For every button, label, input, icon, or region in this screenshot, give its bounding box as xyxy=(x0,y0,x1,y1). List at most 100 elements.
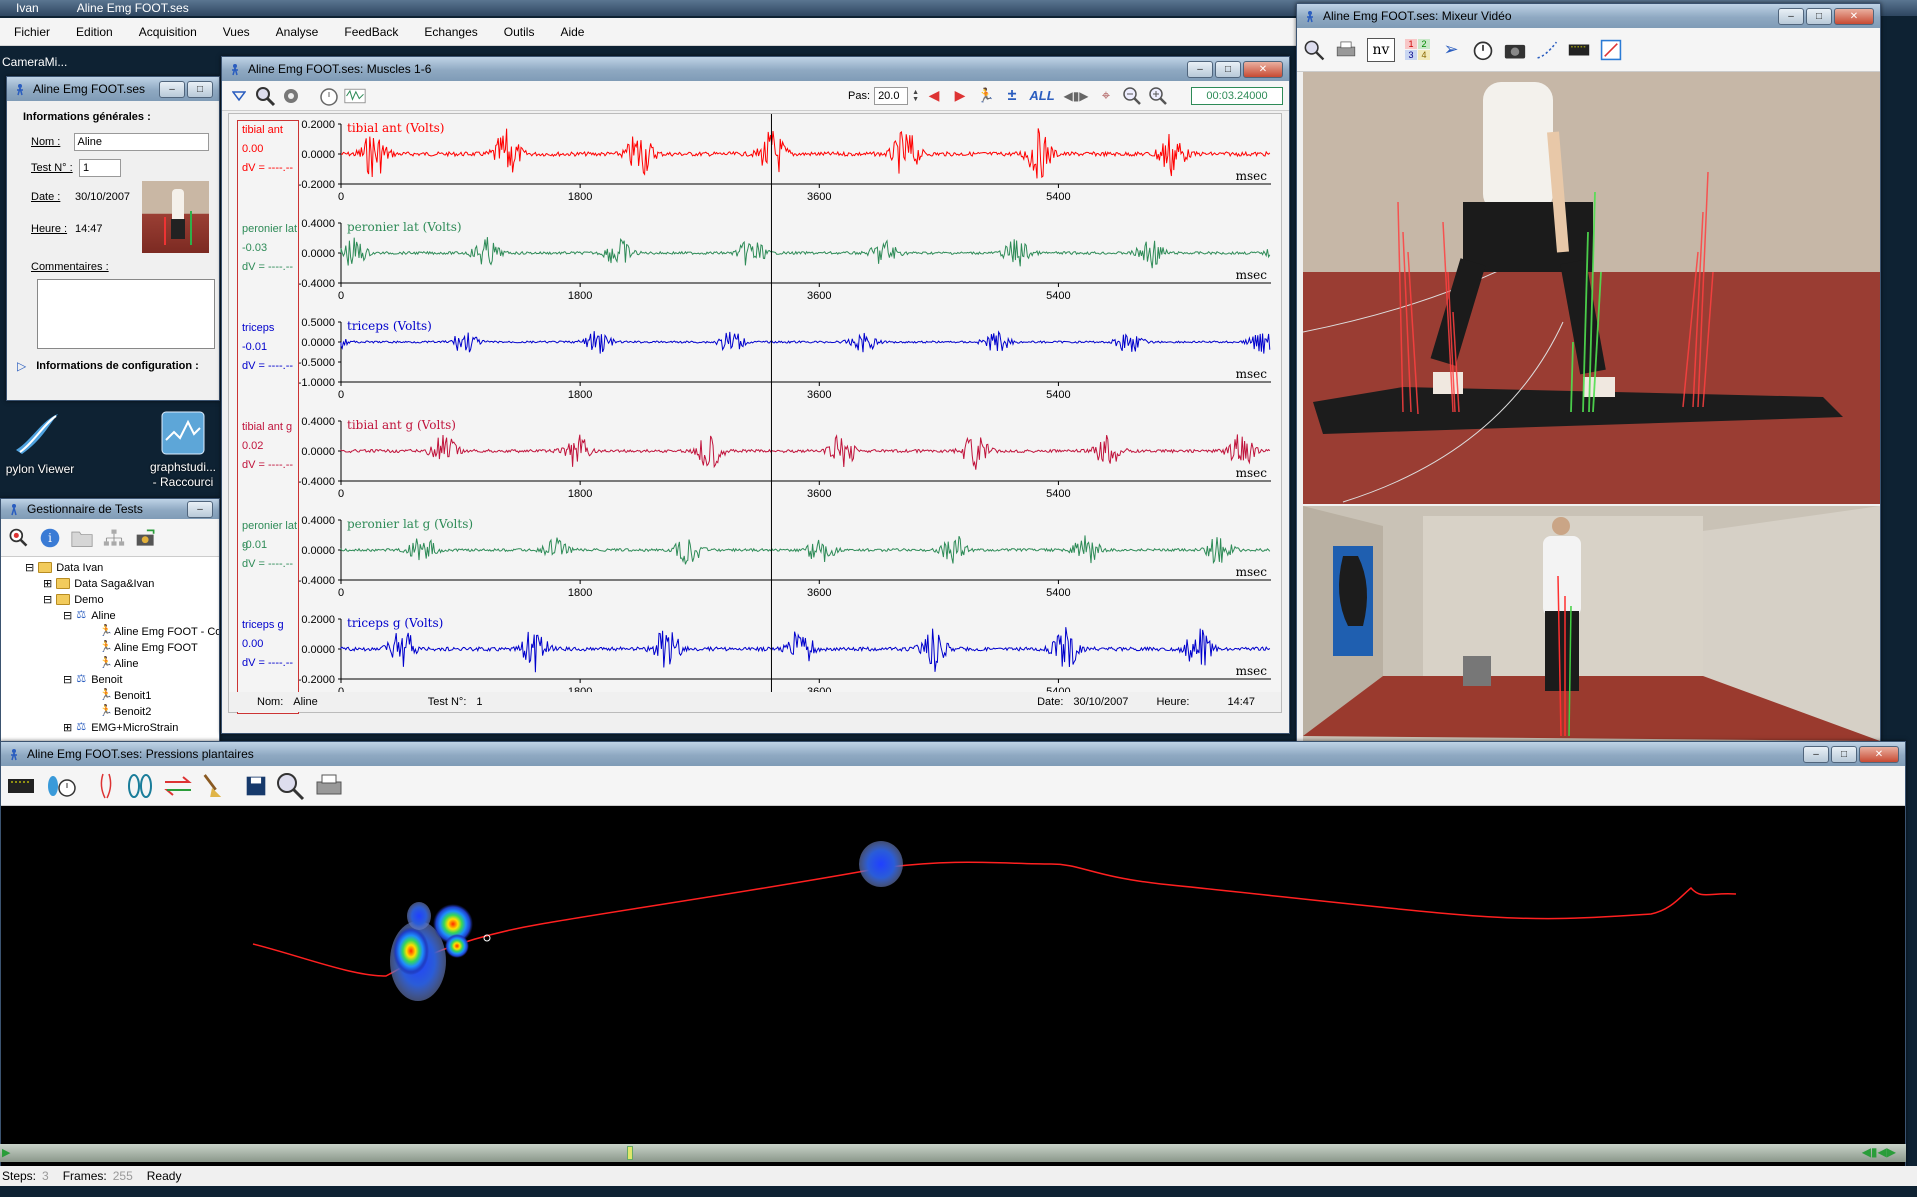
menu-vues[interactable]: Vues xyxy=(223,25,250,39)
channel-plot[interactable]: 0.4000 0.0000 -0.40000 1800 3600 5400 msec pero… xyxy=(299,515,1271,599)
video-view-bottom[interactable] xyxy=(1303,506,1880,741)
next-arrow-icon[interactable]: ▶ xyxy=(949,85,971,107)
pas-input[interactable]: 20.0 xyxy=(874,86,909,105)
timer-icon[interactable] xyxy=(318,85,340,107)
channel-plot[interactable]: 0.4000 0.0000 -0.40000 1800 3600 5400 msec pero… xyxy=(299,218,1271,302)
camera-icon[interactable] xyxy=(1504,39,1526,61)
pointer-icon[interactable]: ➢ xyxy=(1440,39,1462,61)
close-button[interactable]: ✕ xyxy=(1834,7,1874,25)
close-button[interactable]: ✕ xyxy=(1859,745,1899,763)
video-view-top[interactable] xyxy=(1303,72,1880,504)
maximize-button[interactable]: □ xyxy=(187,80,213,98)
stopwatch-icon[interactable] xyxy=(1472,39,1494,61)
minimize-button[interactable]: – xyxy=(1778,7,1804,25)
folder-icon[interactable] xyxy=(71,527,93,549)
previous-arrow-icon[interactable]: ◀ xyxy=(923,85,945,107)
maximize-button[interactable]: □ xyxy=(1215,60,1241,78)
menu-acquisition[interactable]: Acquisition xyxy=(139,25,197,39)
info-window-titlebar[interactable]: Aline Emg FOOT.ses – □ xyxy=(7,77,219,101)
zoom-analyze-icon[interactable] xyxy=(1303,39,1325,61)
zoom-out-icon[interactable] xyxy=(1121,85,1143,107)
camera-export-icon[interactable] xyxy=(135,527,157,549)
channel-plot[interactable]: 0.5000 0.0000 -0.5000 -1.00000 1800 3600 5400 m… xyxy=(299,317,1271,401)
dropdown-triangle-icon[interactable] xyxy=(228,85,250,107)
add-marker-icon[interactable]: ± xyxy=(1001,85,1023,107)
tree-node[interactable]: ⊞ ⚖ EMG+MicroStrain xyxy=(63,721,178,734)
zoom-analyze-icon[interactable] xyxy=(254,85,276,107)
tree-node[interactable]: ⊟ Demo xyxy=(43,593,104,607)
minimize-button[interactable]: – xyxy=(1187,60,1213,78)
tree-node[interactable]: 🏃 Benoit1 xyxy=(99,689,151,702)
menu-aide[interactable]: Aide xyxy=(560,25,584,39)
play-start-icon[interactable]: ▶ xyxy=(2,1146,10,1159)
emg-plots[interactable]: 0.20000.0000-0.20000 1800 3600 5400msectibi… xyxy=(299,114,1279,694)
print-icon[interactable] xyxy=(313,774,347,797)
comments-field[interactable] xyxy=(37,279,215,349)
desktop-icon-pylon[interactable]: pylon Viewer xyxy=(0,410,80,477)
pas-spinner[interactable]: ▲ ▼ xyxy=(912,89,919,103)
tree-node[interactable]: ⊟ Data Ivan xyxy=(25,561,103,575)
tree-node[interactable]: ⊟ ⚖ Benoit xyxy=(63,673,122,686)
menu-feedback[interactable]: FeedBack xyxy=(344,25,398,39)
nom-field[interactable]: Aline xyxy=(73,133,209,151)
footsteps-timer-icon[interactable] xyxy=(45,775,77,797)
timeline-thumb[interactable] xyxy=(627,1146,633,1160)
swap-arrows-icon[interactable] xyxy=(163,775,193,797)
hierarchy-icon[interactable] xyxy=(103,527,125,549)
pressure-window-titlebar[interactable]: Aline Emg FOOT.ses: Pressions plantaires… xyxy=(1,742,1905,766)
menu-analyse[interactable]: Analyse xyxy=(276,25,319,39)
test-manager-titlebar[interactable]: Gestionnaire de Tests – xyxy=(1,499,219,519)
print-icon[interactable] xyxy=(1335,39,1357,61)
zoom-in-icon[interactable] xyxy=(1147,85,1169,107)
minimize-button[interactable]: – xyxy=(159,80,185,98)
info-icon[interactable]: i xyxy=(39,527,61,549)
layout-grid-button[interactable]: 1 2 3 4 xyxy=(1405,39,1430,60)
nv-button[interactable]: nv xyxy=(1367,37,1395,62)
film-icon[interactable] xyxy=(1568,39,1590,61)
tree-node[interactable]: 🏃 Aline Emg FOOT xyxy=(99,641,198,654)
test-field[interactable]: 1 xyxy=(79,159,121,177)
menu-outils[interactable]: Outils xyxy=(504,25,535,39)
resize-icon[interactable] xyxy=(1600,39,1622,61)
tree-node[interactable]: 🏃 Aline Emg FOOT - Co xyxy=(99,625,219,638)
tree-node[interactable]: ⊟ ⚖ Aline xyxy=(63,609,116,622)
video-window-titlebar[interactable]: Aline Emg FOOT.ses: Mixeur Vidéo – □ ✕ xyxy=(1297,4,1880,28)
video-thumbnail[interactable] xyxy=(142,181,209,253)
timeline-end-controls[interactable]: ◀▮◀▶ xyxy=(1862,1145,1896,1159)
all-button[interactable]: ALL xyxy=(1027,85,1057,107)
menu-fichier[interactable]: Fichier xyxy=(14,25,50,39)
fit-width-icon[interactable]: ◀▮▶ xyxy=(1061,85,1091,107)
force-line-icon[interactable] xyxy=(95,773,117,798)
channel-plot[interactable]: 0.20000.0000-0.20000 1800 3600 5400msectric… xyxy=(299,614,1271,694)
clear-brush-icon[interactable] xyxy=(201,773,223,797)
runner-icon[interactable]: 🏃 xyxy=(975,85,997,107)
camera-window-tab[interactable]: CameraMi... xyxy=(0,52,78,72)
search-tests-icon[interactable] xyxy=(7,527,29,549)
plantar-pressure-view[interactable] xyxy=(1,806,1906,1156)
minimize-button[interactable]: – xyxy=(1803,745,1829,763)
film-icon[interactable] xyxy=(7,775,37,797)
close-button[interactable]: ✕ xyxy=(1243,60,1283,78)
config-info-heading[interactable]: Informations de configuration : xyxy=(36,360,199,372)
crosshair-icon[interactable]: ⌖ xyxy=(1095,85,1117,107)
emg-window-titlebar[interactable]: Aline Emg FOOT.ses: Muscles 1-6 – □ ✕ xyxy=(222,57,1289,81)
zoom-analyze-icon[interactable] xyxy=(275,772,305,800)
tree-node[interactable]: 🏃 Aline xyxy=(99,657,138,670)
settings-icon[interactable] xyxy=(280,85,302,107)
maximize-button[interactable]: □ xyxy=(1806,7,1832,25)
menu-echanges[interactable]: Echanges xyxy=(424,25,477,39)
tree-node[interactable]: 🏃 Benoit2 xyxy=(99,705,151,718)
minimize-button[interactable]: – xyxy=(187,500,213,518)
trajectory-icon[interactable] xyxy=(1536,39,1558,61)
signal-filter-icon[interactable] xyxy=(344,85,366,107)
channel-plot[interactable]: 0.4000 0.0000 -0.40000 1800 3600 5400 msec tibi… xyxy=(299,416,1271,500)
desktop-icon-graphstudio[interactable]: graphstudi... - Raccourci xyxy=(146,410,220,490)
expand-triangle-icon[interactable]: ▷ xyxy=(17,359,26,373)
feet-icon[interactable] xyxy=(125,773,155,798)
menu-edition[interactable]: Edition xyxy=(76,25,113,39)
frame-timeline[interactable]: ▶ ◀▮◀▶ xyxy=(0,1144,1906,1162)
tree-node[interactable]: ⊞ Data Saga&Ivan xyxy=(43,577,154,591)
maximize-button[interactable]: □ xyxy=(1831,745,1857,763)
save-icon[interactable] xyxy=(245,775,267,797)
channel-plot[interactable]: 0.2000 0.0000 -0.20000 1800 3600 5400 msec tibi… xyxy=(299,119,1271,203)
